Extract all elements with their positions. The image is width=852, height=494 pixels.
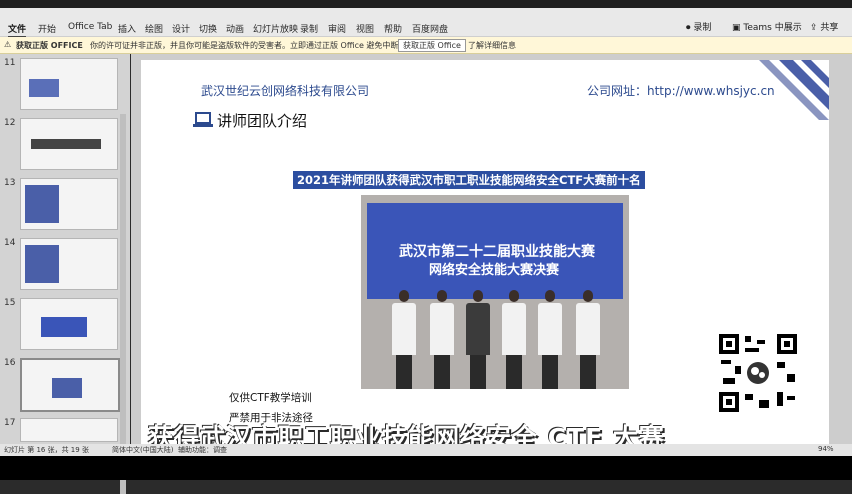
language-indicator[interactable]: 简体中文(中国大陆) <box>112 445 173 455</box>
tab-view[interactable]: 视图 <box>356 22 374 35</box>
teams-label: Teams 中展示 <box>743 23 802 33</box>
company-name: 武汉世纪云创网络科技有限公司 <box>201 84 370 98</box>
slide-number: 16 <box>4 358 16 368</box>
black-letterbox <box>0 456 852 480</box>
record-button[interactable]: ⏺ 录制 <box>686 20 711 33</box>
person-figure <box>429 290 455 389</box>
status-bar: 幻灯片 第 16 张，共 19 张 简体中文(中国大陆) 辅助功能：调查 94% <box>0 444 852 456</box>
learn-more-link[interactable]: 了解详细信息 <box>468 40 516 51</box>
laptop-icon <box>193 112 213 127</box>
license-notice-bar: ⚠ 获取正版 OFFICE 你的许可证并非正版，并且你可能是盗版软件的受害者。立… <box>0 37 852 54</box>
slide-thumbnail-15[interactable] <box>20 298 118 350</box>
slide-number: 13 <box>4 178 16 188</box>
tab-file[interactable]: 文件 <box>8 22 27 38</box>
qr-code-icon <box>715 330 801 416</box>
tab-design[interactable]: 设计 <box>172 22 190 35</box>
slide-thumbnail-14[interactable] <box>20 238 118 290</box>
tab-review[interactable]: 审阅 <box>328 22 346 35</box>
share-label: 共享 <box>820 23 839 33</box>
current-slide[interactable]: 武汉世纪云创网络科技有限公司 公司网址：http://www.whsjyc.cn… <box>141 60 829 444</box>
tab-transitions[interactable]: 切换 <box>199 22 217 35</box>
warning-icon: ⚠ <box>4 40 12 49</box>
backdrop-title: 武汉市第二十二届职业技能大赛 <box>399 244 595 260</box>
thumbnail-scrollbar[interactable] <box>120 114 126 494</box>
slide-editor-canvas: 武汉世纪云创网络科技有限公司 公司网址：http://www.whsjyc.cn… <box>131 54 852 444</box>
team-photo: 武汉市第二十二届职业技能大赛 网络安全技能大赛决赛 <box>361 195 629 389</box>
tab-animations[interactable]: 动画 <box>226 22 244 35</box>
slide-counter: 幻灯片 第 16 张，共 19 张 <box>4 446 89 454</box>
tab-baidu-netdisk[interactable]: 百度网盘 <box>412 22 448 35</box>
tab-draw[interactable]: 绘图 <box>145 22 163 35</box>
slide-number: 15 <box>4 298 16 308</box>
person-figure <box>575 290 601 389</box>
person-figure <box>391 290 417 389</box>
share-button[interactable]: ⇪ 共享 <box>810 20 838 33</box>
slide-heading: 讲师团队介绍 <box>217 112 308 130</box>
tab-office-tab[interactable]: Office Tab <box>68 22 112 32</box>
person-figure <box>501 290 527 389</box>
slide-number: 14 <box>4 238 16 248</box>
disclaimer-line-1: 仅供CTF教学培训 <box>229 392 312 404</box>
tab-home[interactable]: 开始 <box>38 22 56 35</box>
tab-insert[interactable]: 插入 <box>118 22 136 35</box>
tab-record[interactable]: 录制 <box>300 22 318 35</box>
slide-thumbnail-13[interactable] <box>20 178 118 230</box>
person-figure <box>465 290 491 389</box>
title-bar <box>0 0 852 8</box>
record-label: 录制 <box>693 23 712 33</box>
tab-help[interactable]: 帮助 <box>384 22 402 35</box>
slide-number: 11 <box>4 58 16 68</box>
tab-slideshow[interactable]: 幻灯片放映 <box>253 22 298 35</box>
company-website: 公司网址：http://www.whsjyc.cn <box>587 84 775 98</box>
ribbon-menubar: 文件 开始 Office Tab 插入 绘图 设计 切换 动画 幻灯片放映 录制… <box>0 8 852 38</box>
get-genuine-button[interactable]: 获取正版 Office <box>398 39 466 52</box>
teams-button[interactable]: ▣ Teams 中展示 <box>732 20 802 33</box>
zoom-level[interactable]: 94% <box>818 445 834 453</box>
slide-thumbnail-11[interactable] <box>20 58 118 110</box>
slide-thumbnail-17[interactable] <box>20 418 118 442</box>
backdrop-subtitle: 网络安全技能大赛决赛 <box>429 263 560 278</box>
award-banner: 2021年讲师团队获得武汉市职工职业技能网络安全CTF大赛前十名 <box>293 171 645 189</box>
slide-number: 17 <box>4 418 16 428</box>
slide-thumbnail-pane: 11 12 13 14 15 16 17 <box>0 54 130 494</box>
slide-thumbnail-12[interactable] <box>20 118 118 170</box>
competition-backdrop: 武汉市第二十二届职业技能大赛 网络安全技能大赛决赛 <box>367 203 623 299</box>
slide-number: 12 <box>4 118 16 128</box>
accessibility-status[interactable]: 辅助功能：调查 <box>178 445 227 455</box>
person-figure <box>537 290 563 389</box>
notice-title: 获取正版 OFFICE <box>16 41 83 50</box>
slide-thumbnail-16[interactable] <box>20 358 120 412</box>
